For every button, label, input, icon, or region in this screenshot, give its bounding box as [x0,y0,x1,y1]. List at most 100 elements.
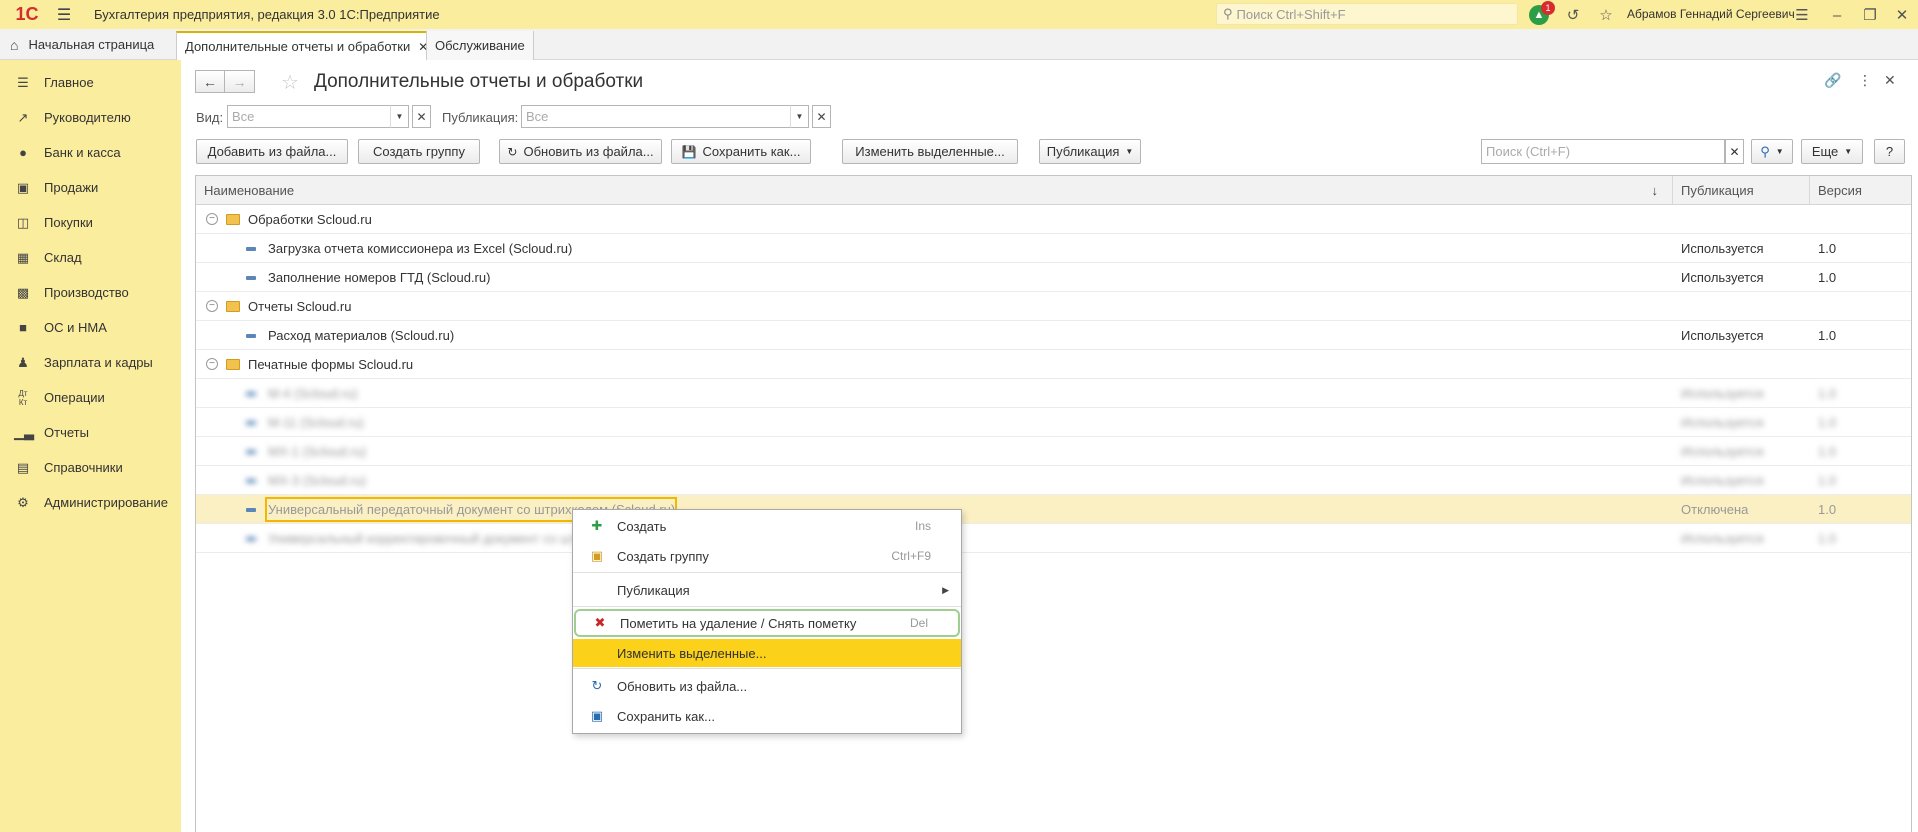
table-row[interactable]: Заполнение номеров ГТД (Scloud.ru) Испол… [196,263,1911,292]
sidebar-item-production[interactable]: ▩ Производство [0,275,181,310]
restore-icon[interactable]: ❐ [1858,3,1882,27]
sidebar-item-sales[interactable]: ▣ Продажи [0,170,181,205]
report-item-icon [246,334,256,338]
forward-button[interactable]: → [225,70,255,93]
publication-filter-input[interactable]: Все [521,105,791,128]
add-to-favorites-icon[interactable]: ☆ [281,70,299,95]
search-icon: ⚲ [1223,6,1233,21]
cart-icon: ◫ [16,214,30,230]
close-window-icon[interactable]: ✕ [1890,3,1914,27]
table-row[interactable]: Расход материалов (Scloud.ru) Использует… [196,321,1911,350]
table-row[interactable]: М-4 (Scloud.ru) Используется 1.0 [196,379,1911,408]
change-selected-button[interactable]: Изменить выделенные... [842,139,1018,164]
report-item-icon [246,508,256,512]
link-icon[interactable]: 🔗 [1824,72,1841,89]
sidebar-item-manager[interactable]: ↗ Руководителю [0,100,181,135]
sidebar-item-catalogs[interactable]: ▤ Справочники [0,450,181,485]
menu-icon: ☰ [17,74,29,90]
close-form-icon[interactable]: ✕ [1884,72,1896,89]
search-options-button[interactable]: ⚲ ▼ [1751,139,1793,164]
form-area: ← → ☆ Дополнительные отчеты и обработки … [181,60,1918,832]
report-item-icon [246,421,256,425]
table-row[interactable]: МХ-3 (Scloud.ru) Используется 1.0 [196,466,1911,495]
sidebar-item-fixed-assets[interactable]: ■ ОС и НМА [0,310,181,345]
notification-count-badge: 1 [1541,1,1555,15]
page-title: Дополнительные отчеты и обработки [314,71,644,92]
list-search-clear[interactable]: ✕ [1725,139,1744,164]
sidebar-item-purchases[interactable]: ◫ Покупки [0,205,181,240]
sections-sidebar: ☰ Главное ↗ Руководителю ● Банк и касса ▣ Пр… [0,60,181,832]
collapse-icon[interactable]: − [206,358,218,370]
save-icon: 💾 [681,144,697,159]
ctx-create-group[interactable]: ▣ Создать группу Ctrl+F9 [573,542,961,570]
create-group-button[interactable]: Создать группу [358,139,480,164]
trend-icon: ↗ [17,109,29,125]
update-from-file-button[interactable]: ↻ Обновить из файла... [499,139,662,164]
sidebar-item-admin[interactable]: ⚙ Администрирование [0,485,181,520]
table-row[interactable]: МХ-1 (Scloud.ru) Используется 1.0 [196,437,1911,466]
table-row-selected[interactable]: Универсальный передаточный документ со ш… [196,495,1911,524]
report-item-icon [246,276,256,280]
ctx-update-from-file[interactable]: ↻ Обновить из файла... [573,672,961,700]
sidebar-item-reports[interactable]: ▁▃ Отчеты [0,415,181,450]
ctx-mark-delete[interactable]: ✖ Пометить на удаление / Снять пометку D… [574,609,960,637]
ctx-publication[interactable]: Публикация ▶ [573,576,961,604]
gear-icon: ⚙ [17,494,29,510]
column-header-name[interactable]: Наименование ↓ [196,176,1673,205]
publication-menu-button[interactable]: Публикация ▼ [1039,139,1141,164]
sidebar-item-salary[interactable]: ♟ Зарплата и кадры [0,345,181,380]
table-row[interactable]: Универсальный корректировочный документ … [196,524,1911,553]
1c-logo[interactable]: 1С [10,0,44,29]
help-button[interactable]: ? [1874,139,1905,164]
ruble-icon: ● [19,145,27,160]
table-row[interactable]: Загрузка отчета комиссионера из Excel (S… [196,234,1911,263]
more-actions-icon[interactable]: ⋮ [1858,72,1872,89]
notifications-icon[interactable]: ▲ 1 [1527,1,1555,27]
add-from-file-button[interactable]: Добавить из файла... [196,139,348,164]
table-row[interactable]: М-11 (Scloud.ru) Используется 1.0 [196,408,1911,437]
view-filter-clear[interactable]: ✕ [412,105,431,128]
tab-maintenance[interactable]: Обслуживание [426,31,534,60]
ctx-create[interactable]: ✚ Создать Ins [573,512,961,540]
list-search-input[interactable]: Поиск (Ctrl+F) [1481,139,1725,164]
update-icon: ↻ [591,678,603,693]
more-button[interactable]: Еще ▼ [1801,139,1863,164]
column-header-version[interactable]: Версия [1810,176,1911,205]
ctx-change-selected[interactable]: Изменить выделенные... [573,639,961,667]
sidebar-item-main[interactable]: ☰ Главное [0,65,181,100]
user-name[interactable]: Абрамов Геннадий Сергеевич [1627,7,1795,21]
save-as-button[interactable]: 💾 Сохранить как... [671,139,811,164]
grid-icon: ▦ [16,249,30,265]
reports-table[interactable]: Наименование ↓ Публикация Версия − Обраб… [195,175,1912,832]
view-filter-dropdown[interactable]: ▼ [390,105,409,128]
ctx-save-as[interactable]: ▣ Сохранить как... [573,702,961,730]
collapse-icon[interactable]: − [206,300,218,312]
settings-menu-icon[interactable]: ☰ [1790,3,1814,27]
favorites-star-icon[interactable]: ☆ [1594,3,1618,27]
history-icon[interactable]: ↺ [1561,3,1585,27]
table-row[interactable]: − Печатные формы Scloud.ru [196,350,1911,379]
table-row[interactable]: − Обработки Scloud.ru [196,205,1911,234]
view-filter-input[interactable]: Все [227,105,391,128]
collapse-icon[interactable]: − [206,213,218,225]
tab-home[interactable]: ⌂ Начальная страница [0,29,174,60]
dt-kt-icon: Дт Кт [18,388,28,407]
sort-indicator: ↓ [1651,183,1659,198]
table-row[interactable]: − Отчеты Scloud.ru [196,292,1911,321]
chevron-down-icon: ▼ [1125,147,1134,156]
minimize-icon[interactable]: – [1825,3,1849,27]
sidebar-item-operations[interactable]: Дт Кт Операции [0,380,181,415]
table-header: Наименование ↓ Публикация Версия [196,176,1911,205]
publication-filter-dropdown[interactable]: ▼ [790,105,809,128]
global-search-input[interactable]: ⚲ Поиск Ctrl+Shift+F [1216,3,1518,25]
column-header-publication[interactable]: Публикация [1673,176,1810,205]
tab-additional-reports[interactable]: Дополнительные отчеты и обработки ✕ [176,31,438,60]
submenu-arrow-icon: ▶ [942,584,949,595]
main-menu-icon[interactable]: ☰ [50,0,78,29]
back-button[interactable]: ← [195,70,225,93]
search-icon: ⚲ [1760,143,1770,159]
publication-filter-clear[interactable]: ✕ [812,105,831,128]
sidebar-item-warehouse[interactable]: ▦ Склад [0,240,181,275]
report-item-icon [246,392,256,396]
sidebar-item-bank[interactable]: ● Банк и касса [0,135,181,170]
